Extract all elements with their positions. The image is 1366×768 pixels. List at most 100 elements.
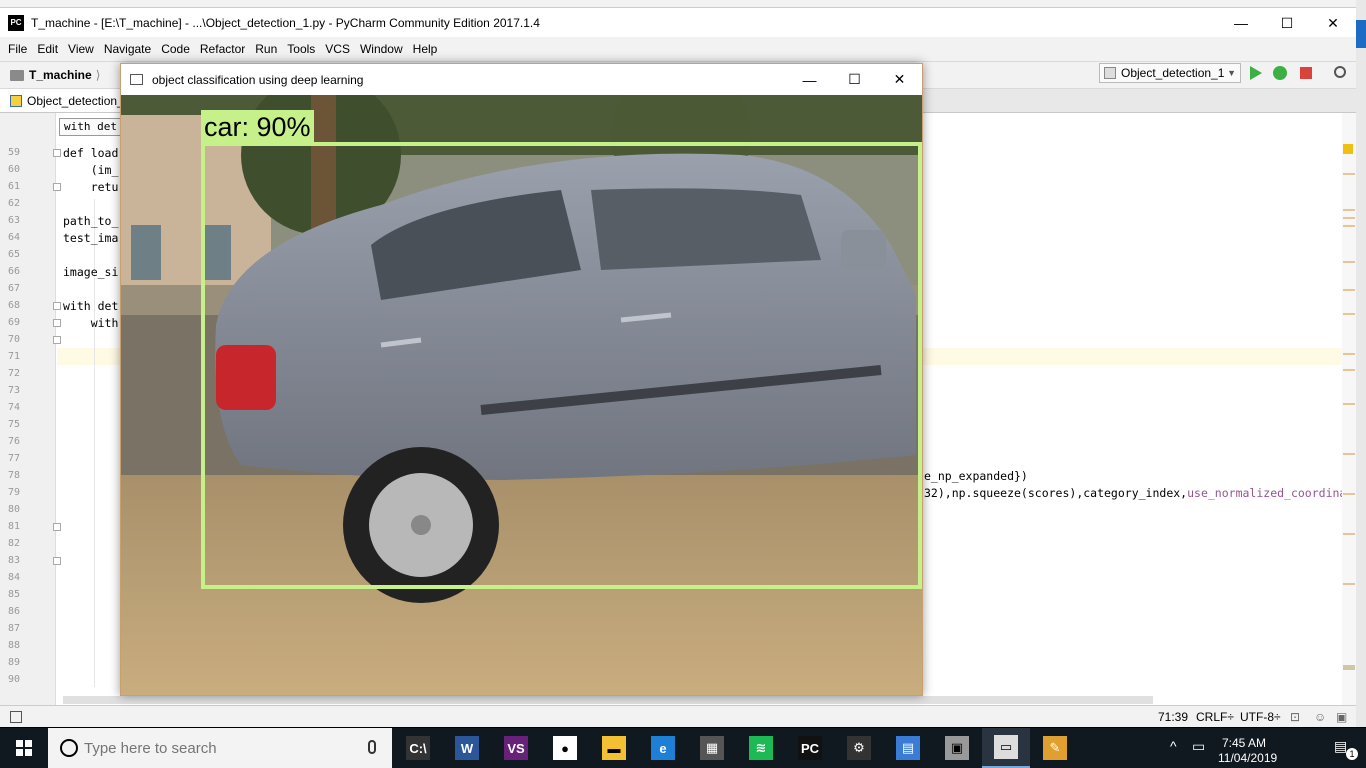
taskbar-app-visual-studio[interactable]: VS (492, 728, 540, 768)
event-log-icon[interactable]: ▣ (1336, 710, 1347, 724)
menu-navigate[interactable]: Navigate (99, 42, 156, 56)
line-number[interactable]: 68 (0, 300, 20, 311)
microphone-icon[interactable] (368, 740, 376, 754)
menu-code[interactable]: Code (156, 42, 195, 56)
fold-marker[interactable] (53, 149, 61, 157)
taskbar-app-cmd[interactable]: C:\ (394, 728, 442, 768)
line-number[interactable]: 78 (0, 470, 20, 481)
breadcrumb-project[interactable]: T_machine (29, 68, 92, 82)
line-number[interactable]: 76 (0, 436, 20, 447)
stripe-mark[interactable] (1343, 289, 1355, 291)
line-number[interactable]: 59 (0, 147, 20, 158)
line-number[interactable]: 87 (0, 623, 20, 634)
ide-maximize-button[interactable]: ☐ (1264, 8, 1310, 38)
image-close-button[interactable]: ✕ (877, 64, 922, 95)
stripe-mark[interactable] (1343, 313, 1355, 315)
taskbar-app-settings[interactable]: ⚙ (835, 728, 883, 768)
network-icon[interactable]: ▭ (1192, 738, 1205, 755)
line-number[interactable]: 69 (0, 317, 20, 328)
line-number[interactable]: 71 (0, 351, 20, 362)
line-number[interactable]: 80 (0, 504, 20, 515)
fold-marker[interactable] (53, 523, 61, 531)
line-separator[interactable]: CRLF÷ (1196, 710, 1234, 724)
line-number[interactable]: 86 (0, 606, 20, 617)
code-line-59[interactable]: def load (63, 146, 118, 160)
ide-close-button[interactable]: ✕ (1310, 8, 1356, 38)
line-number[interactable]: 84 (0, 572, 20, 583)
clock-date[interactable]: 11/04/2019 (1218, 751, 1277, 765)
line-number[interactable]: 62 (0, 198, 20, 209)
fold-marker[interactable] (53, 319, 61, 327)
line-number[interactable]: 64 (0, 232, 20, 243)
image-window-titlebar[interactable]: object classification using deep learnin… (121, 64, 922, 95)
line-number[interactable]: 77 (0, 453, 20, 464)
line-number[interactable]: 66 (0, 266, 20, 277)
code-line-69[interactable]: with (63, 316, 119, 330)
line-number[interactable]: 73 (0, 385, 20, 396)
taskbar-app-paint[interactable]: ✎ (1031, 728, 1079, 768)
run-configuration-select[interactable]: Object_detection_1 ▼ (1099, 63, 1241, 83)
fold-marker[interactable] (53, 557, 61, 565)
fold-marker[interactable] (53, 302, 61, 310)
stripe-mark[interactable] (1343, 583, 1355, 585)
image-minimize-button[interactable]: — (787, 64, 832, 95)
taskbar-app-app-12[interactable]: ▣ (933, 728, 981, 768)
taskbar-app-pycharm[interactable]: PC (786, 728, 834, 768)
line-number[interactable]: 75 (0, 419, 20, 430)
taskbar-search[interactable] (48, 728, 392, 768)
menu-edit[interactable]: Edit (32, 42, 63, 56)
ide-minimize-button[interactable]: — (1218, 8, 1264, 38)
search-everywhere-icon[interactable] (1334, 66, 1346, 78)
line-number[interactable]: 83 (0, 555, 20, 566)
caret-position[interactable]: 71:39 (1158, 710, 1188, 724)
error-stripe[interactable] (1342, 113, 1356, 706)
stop-icon[interactable] (1300, 67, 1312, 79)
inspector-icon[interactable]: ☺ (1314, 710, 1326, 724)
image-maximize-button[interactable]: ☐ (832, 64, 877, 95)
detection-image[interactable]: car: 90% (121, 95, 922, 695)
line-number[interactable]: 60 (0, 164, 20, 175)
line-number[interactable]: 65 (0, 249, 20, 260)
stripe-mark[interactable] (1343, 261, 1355, 263)
taskbar-app-spotify[interactable]: ≋ (737, 728, 785, 768)
code-line-68[interactable]: with det (63, 299, 118, 313)
editor-tab[interactable]: Object_detection_ (0, 89, 140, 112)
line-number[interactable]: 89 (0, 657, 20, 668)
line-number[interactable]: 70 (0, 334, 20, 345)
stripe-mark[interactable] (1343, 173, 1355, 175)
chevron-up-icon[interactable]: ^ (1170, 738, 1177, 754)
line-number[interactable]: 74 (0, 402, 20, 413)
debug-icon[interactable] (1273, 66, 1287, 80)
menu-refactor[interactable]: Refactor (195, 42, 250, 56)
code-line-79[interactable]: 32),np.squeeze(scores),category_index,us… (924, 486, 1346, 500)
code-line-66[interactable]: image_si (63, 265, 118, 279)
menu-vcs[interactable]: VCS (320, 42, 355, 56)
code-line-61[interactable]: retu (63, 180, 119, 194)
code-line-78[interactable]: e_np_expanded}) (924, 469, 1028, 483)
line-number[interactable]: 79 (0, 487, 20, 498)
clock-time[interactable]: 7:45 AM (1222, 736, 1266, 750)
taskbar-app-app-11[interactable]: ▤ (884, 728, 932, 768)
taskbar-app-chrome[interactable]: ● (541, 728, 589, 768)
code-line-63[interactable]: path_to_ (63, 214, 118, 228)
menu-file[interactable]: File (3, 42, 32, 56)
run-icon[interactable] (1250, 66, 1262, 80)
line-number[interactable]: 72 (0, 368, 20, 379)
stripe-mark[interactable] (1343, 665, 1355, 670)
search-input[interactable] (84, 739, 354, 757)
code-line-60[interactable]: (im_ (63, 163, 119, 177)
line-number[interactable]: 61 (0, 181, 20, 192)
line-number[interactable]: 81 (0, 521, 20, 532)
tool-windows-icon[interactable] (10, 711, 22, 723)
stripe-mark[interactable] (1343, 403, 1355, 405)
stripe-mark[interactable] (1343, 369, 1355, 371)
horizontal-scrollbar[interactable] (63, 696, 1153, 704)
ide-titlebar[interactable]: PC T_machine - [E:\T_machine] - ...\Obje… (0, 7, 1356, 37)
code-line-64[interactable]: test_ima (63, 231, 118, 245)
menu-window[interactable]: Window (355, 42, 408, 56)
stripe-mark[interactable] (1343, 453, 1355, 455)
taskbar-app-word[interactable]: W (443, 728, 491, 768)
menu-tools[interactable]: Tools (282, 42, 320, 56)
stripe-mark[interactable] (1343, 353, 1355, 355)
taskbar-app-app-13[interactable]: ▭ (982, 728, 1030, 768)
